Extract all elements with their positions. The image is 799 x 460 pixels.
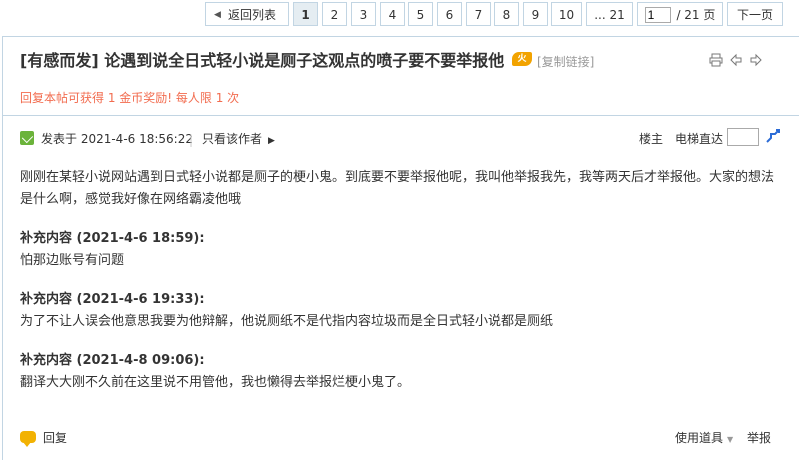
post-body: 刚刚在某轻小说网站遇到日式轻小说都是厕子的梗小鬼。到底要不要举报他呢，我叫他举报… [20,167,780,394]
back-to-list-label: 返回列表 [227,8,276,22]
floor-label: 楼主 [639,132,664,146]
total-pages-label: / 21 页 [676,8,716,22]
supplement-title: 补充内容 (2021-4-6 18:59): [20,231,205,246]
post-timestamp: 发表于 2021-4-6 18:56:22 [41,132,193,146]
supplement-title: 补充内容 (2021-4-6 19:33): [20,292,205,307]
reply-button[interactable]: 回复 [43,428,67,448]
supplement-body: 怕那边账号有问题 [20,253,125,268]
post-footer: 回复 使用道具 ▼ 举报 [20,428,780,448]
page-2-link[interactable]: 2 [322,2,347,26]
page-1-current[interactable]: 1 [293,2,318,26]
page-3-link[interactable]: 3 [351,2,376,26]
previous-thread-icon[interactable] [728,53,744,69]
chevron-left-icon: ◀ [214,10,221,20]
thread-tool-icons [708,53,768,69]
reply-reward-notice: 回复本帖可获得 1 金币奖励! 每人限 1 次 [20,91,240,105]
chevron-down-icon: ▼ [727,435,734,444]
print-icon[interactable] [708,53,724,69]
page-4-link[interactable]: 4 [380,2,405,26]
supplement-body: 翻译大大刚不久前在这里说不用管他，我也懒得去举报烂梗小鬼了。 [20,375,411,390]
floor-jump-go-icon[interactable] [764,128,782,148]
report-button[interactable]: 举报 [747,428,771,448]
speech-bubble-icon [20,431,36,447]
header-divider: | [189,133,194,147]
thread-container: [有感而发] 论遇到说全日式轻小说是厕子这观点的喷子要不要举报他 火 [复制链接… [2,36,799,460]
play-triangle-icon: ▶ [268,136,275,146]
page-jump-box: / 21 页 [637,2,723,26]
next-thread-icon[interactable] [748,53,764,69]
copy-link-button[interactable]: [复制链接] [537,53,594,70]
floor-jump-label: 电梯直达 [675,132,724,146]
pagination-bar: ◀ 返回列表 1 2 3 4 5 6 7 8 9 10 ... 21 / 21 … [0,0,799,30]
only-author-link[interactable]: 只看该作者 ▶ [202,130,275,150]
supplement-title: 补充内容 (2021-4-8 09:06): [20,353,205,368]
use-tools-menu[interactable]: 使用道具 ▼ [675,428,733,450]
floor-jump-input[interactable] [727,128,759,146]
page-6-link[interactable]: 6 [437,2,462,26]
page-9-link[interactable]: 9 [523,2,548,26]
thread-title: [有感而发] 论遇到说全日式轻小说是厕子这观点的喷子要不要举报他 [20,51,505,70]
supplement-body: 为了不让人误会他意思我要为他辩解，他说厕纸不是代指内容垃圾而是全日式轻小说都是厕… [20,314,554,329]
page-8-link[interactable]: 8 [494,2,519,26]
back-to-list-button[interactable]: ◀ 返回列表 [205,2,289,26]
page-5-link[interactable]: 5 [408,2,433,26]
page-10-link[interactable]: 10 [551,2,582,26]
use-tools-label: 使用道具 [675,431,724,445]
thread-title-row: [有感而发] 论遇到说全日式轻小说是厕子这观点的喷子要不要举报他 火 [复制链接… [20,50,790,72]
next-page-button[interactable]: 下一页 [727,2,783,26]
page-7-link[interactable]: 7 [466,2,491,26]
post-header: 发表于 2021-4-6 18:56:22 | 只看该作者 ▶ 楼主 电梯直达 [20,128,795,150]
last-page-link[interactable]: ... 21 [586,2,633,26]
only-author-label: 只看该作者 [202,132,263,146]
post-main-text: 刚刚在某轻小说网站遇到日式轻小说都是厕子的梗小鬼。到底要不要举报他呢，我叫他举报… [20,170,775,207]
divider [3,115,799,116]
hot-thread-badge: 火 [512,52,532,66]
online-user-icon [20,131,34,145]
page-number-input[interactable] [644,7,671,23]
